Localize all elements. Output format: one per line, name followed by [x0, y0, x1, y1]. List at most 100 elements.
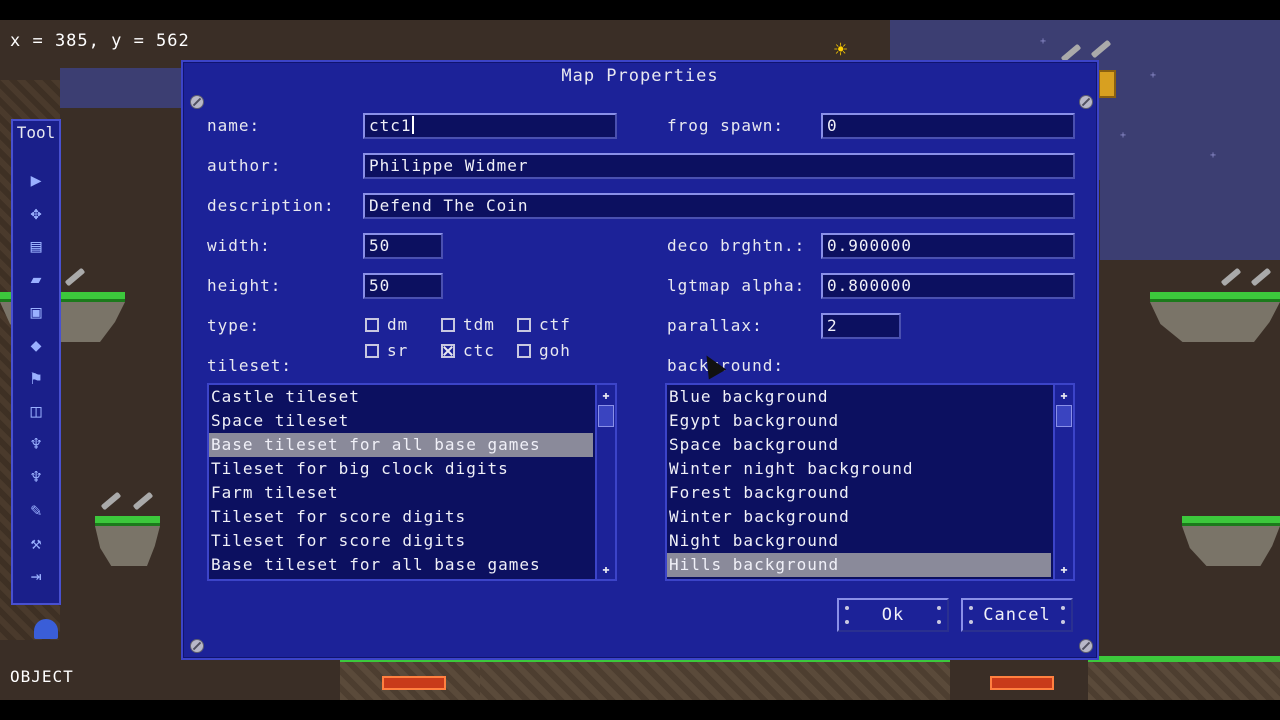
- tileset-list-item[interactable]: Castle tileset: [209, 385, 593, 409]
- checkbox-label: dm: [387, 315, 409, 334]
- checkbox-label: ctc: [463, 341, 495, 360]
- type-checkbox-ctc[interactable]: ctc: [441, 341, 495, 360]
- scroll-up-icon[interactable]: ✚: [1055, 385, 1073, 405]
- layers-icon[interactable]: ◫: [20, 396, 52, 426]
- type-checkbox-dm[interactable]: dm: [365, 315, 408, 334]
- rivet-icon: [1061, 606, 1065, 610]
- cancel-button[interactable]: Cancel: [961, 598, 1073, 632]
- background-list[interactable]: Blue background Egypt background Space bac…: [665, 383, 1075, 581]
- tileset-list-item[interactable]: Base tileset for all base games: [209, 553, 593, 577]
- type-checkbox-ctf[interactable]: ctf: [517, 315, 571, 334]
- open-folder-icon[interactable]: ▰: [20, 264, 52, 294]
- grass-platform: [1150, 292, 1280, 342]
- checkbox-label: ctf: [539, 315, 571, 334]
- scroll-down-icon[interactable]: ✚: [1055, 559, 1073, 579]
- ok-button[interactable]: Ok: [837, 598, 949, 632]
- tool-palette: Tool ▶ ✥ ▤ ▰ ▣ ◆ ⚑ ◫ ♆ ♆ ✎ ⚒ ⇥: [11, 119, 61, 605]
- background-list-item[interactable]: Egypt background: [667, 409, 1051, 433]
- tileset-list-item[interactable]: Space tileset: [209, 409, 593, 433]
- flag-icon[interactable]: ⚑: [20, 363, 52, 393]
- name-label: name:: [207, 116, 261, 135]
- tool-palette-title: Tool: [16, 123, 56, 142]
- scroll-up-icon[interactable]: ✚: [597, 385, 615, 405]
- pointer-icon[interactable]: ▶: [20, 165, 52, 195]
- name-field[interactable]: ctc1: [363, 113, 617, 139]
- star-icon: +: [1120, 130, 1127, 141]
- scrollbar-thumb[interactable]: [598, 405, 614, 427]
- text-caret: [411, 116, 414, 134]
- background-scrollbar[interactable]: ✚ ✚: [1053, 385, 1073, 579]
- deco-brightness-label: deco brghtn.:: [667, 236, 806, 255]
- checkbox-box: [441, 317, 455, 332]
- checkbox-label: goh: [539, 341, 571, 360]
- weapon-pickup: [64, 267, 86, 287]
- exit-icon[interactable]: ⇥: [20, 561, 52, 591]
- lightmap-alpha-field[interactable]: 0.800000: [821, 273, 1075, 299]
- star-icon: +: [1040, 36, 1047, 47]
- name-value: ctc1: [369, 116, 412, 135]
- background-list-item[interactable]: Space background: [667, 433, 1051, 457]
- grass-platform: [1182, 516, 1280, 566]
- height-label: height:: [207, 276, 282, 295]
- tileset-list-item[interactable]: Tileset for score digits: [209, 505, 593, 529]
- type-checkbox-sr[interactable]: sr: [365, 341, 408, 360]
- checkbox-box: [365, 317, 379, 332]
- wrench-icon[interactable]: ⚒: [20, 528, 52, 558]
- tile-icon[interactable]: ◆: [20, 330, 52, 360]
- type-checkbox-goh[interactable]: goh: [517, 341, 571, 360]
- background-list-item[interactable]: Blue background: [667, 385, 1051, 409]
- background-list-item[interactable]: Forest background: [667, 481, 1051, 505]
- deco-brightness-field[interactable]: 0.900000: [821, 233, 1075, 259]
- type-checkbox-tdm[interactable]: tdm: [441, 315, 495, 334]
- cursor-coordinates: x = 385, y = 562: [10, 31, 190, 51]
- background-list-item[interactable]: Hills background: [667, 553, 1051, 577]
- cancel-button-label: Cancel: [983, 605, 1051, 625]
- lightmap-alpha-label: lgtmap alpha:: [667, 276, 806, 295]
- width-field[interactable]: 50: [363, 233, 443, 259]
- sky-area: [1100, 20, 1280, 260]
- frog-spawn-field[interactable]: 0: [821, 113, 1075, 139]
- tileset-list[interactable]: Castle tileset Space tileset Base tileset …: [207, 383, 617, 581]
- parallax-field[interactable]: 2: [821, 313, 901, 339]
- decoration-icon[interactable]: ♆: [20, 429, 52, 459]
- broom-icon[interactable]: ✎: [20, 495, 52, 525]
- map-properties-dialog: Map Properties name: author: description…: [181, 60, 1099, 660]
- height-field[interactable]: 50: [363, 273, 443, 299]
- parallax-label: parallax:: [667, 316, 763, 335]
- new-file-icon[interactable]: ▤: [20, 231, 52, 261]
- ok-button-label: Ok: [881, 605, 905, 625]
- frog-spawn-icon: [34, 619, 58, 639]
- rivet-icon: [845, 606, 849, 610]
- tileset-list-item[interactable]: Base tileset for all base games: [209, 433, 593, 457]
- background-list-item[interactable]: Winter night background: [667, 457, 1051, 481]
- tileset-list-item[interactable]: Tileset for score digits: [209, 529, 593, 553]
- ground-floor: [1088, 656, 1280, 700]
- save-icon[interactable]: ▣: [20, 297, 52, 327]
- tileset-list-item[interactable]: Tileset for big clock digits: [209, 457, 593, 481]
- scrollbar-thumb[interactable]: [1056, 405, 1072, 427]
- type-label: type:: [207, 316, 261, 335]
- background-list-item[interactable]: Night background: [667, 529, 1051, 553]
- scroll-down-icon[interactable]: ✚: [597, 559, 615, 579]
- tileset-scrollbar[interactable]: ✚ ✚: [595, 385, 615, 579]
- move-icon[interactable]: ✥: [20, 198, 52, 228]
- screw-icon: [1079, 639, 1093, 653]
- rivet-icon: [937, 606, 941, 610]
- decoration-2-icon[interactable]: ♆: [20, 462, 52, 492]
- weapon-pickup: [100, 491, 122, 511]
- author-field[interactable]: Philippe Widmer: [363, 153, 1075, 179]
- star-icon: +: [1150, 70, 1157, 81]
- rivet-icon: [845, 620, 849, 624]
- weapon-pickup: [1250, 267, 1272, 287]
- ground-floor: [480, 656, 950, 700]
- background-label: background:: [667, 356, 784, 375]
- description-field[interactable]: Defend The Coin: [363, 193, 1075, 219]
- weapon-pickup: [132, 491, 154, 511]
- screw-icon: [190, 639, 204, 653]
- tileset-label: tileset:: [207, 356, 293, 375]
- tileset-list-item[interactable]: Farm tileset: [209, 481, 593, 505]
- checkbox-box: [365, 343, 379, 358]
- background-list-item[interactable]: Winter background: [667, 505, 1051, 529]
- screw-icon: [1079, 95, 1093, 109]
- dialog-title: Map Properties: [561, 66, 719, 86]
